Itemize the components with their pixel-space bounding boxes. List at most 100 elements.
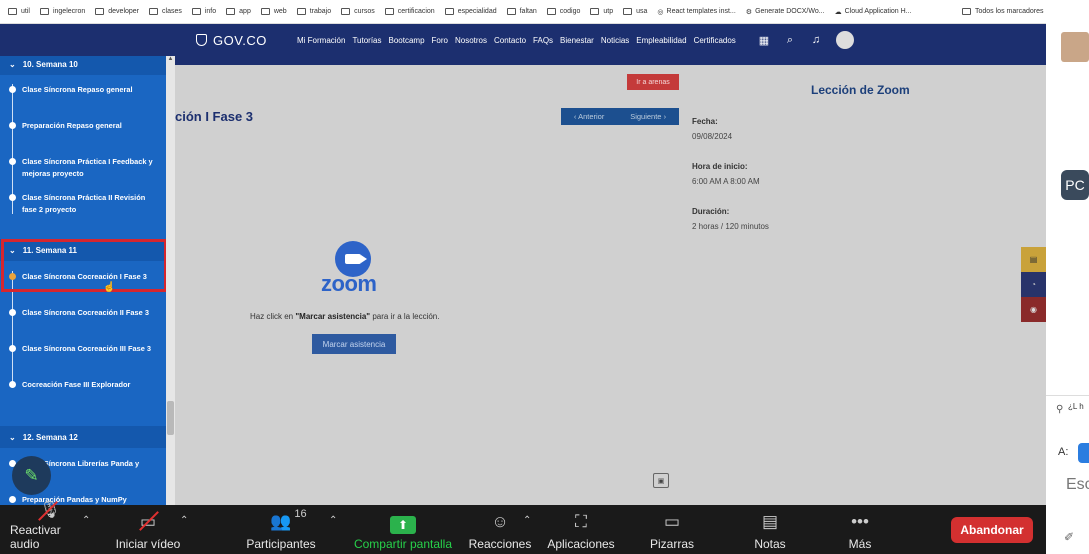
smiley-icon: ☺ [491, 512, 509, 531]
bookmark-generate-docx[interactable]: ⚙ Generate DOCX/Wo... [742, 0, 829, 23]
start-time-label: Hora de inicio: [692, 162, 748, 171]
nav-bootcamp[interactable]: Bootcamp [389, 36, 425, 45]
week-10-header[interactable]: ⌄ 10. Semana 10 [0, 56, 166, 75]
nav-bienestar[interactable]: Bienestar [560, 36, 594, 45]
chevron-right-icon: › [661, 112, 667, 121]
page-title: ción I Fase 3 [175, 109, 254, 124]
prev-button[interactable]: ‹ Anterior [574, 112, 604, 121]
recipient-selector[interactable] [1078, 443, 1089, 463]
gov-header: GOV.CO Mi Formación Tutorías Bootcamp Fo… [0, 24, 1046, 56]
participant-avatar[interactable] [1061, 32, 1089, 62]
nav-foro[interactable]: Foro [432, 36, 448, 45]
avatar[interactable] [836, 31, 854, 49]
lesson-title: Lección de Zoom [811, 83, 910, 97]
unmute-button[interactable]: 🎙 Reactivar audio [10, 500, 90, 554]
lesson-item[interactable]: Cocreación Fase III Explorador [8, 379, 158, 391]
nav-tutorias[interactable]: Tutorías [352, 36, 381, 45]
video-options-chevron-icon[interactable]: ⌃ [180, 515, 188, 526]
mark-attendance-button[interactable]: Marcar asistencia [312, 334, 396, 354]
dot-icon [9, 345, 16, 352]
reactions-options-chevron-icon[interactable]: ⌃ [523, 515, 531, 526]
help-tab-icon[interactable]: ◉ [1021, 297, 1046, 322]
bookmark-util[interactable]: util [4, 0, 34, 23]
calendar-icon[interactable]: ▦ [758, 34, 770, 47]
folder-icon [590, 8, 600, 15]
bookmark-utp[interactable]: utp [586, 0, 617, 23]
week-12-header[interactable]: ⌄ 12. Semana 12 [0, 426, 166, 448]
nav-mi-formacion[interactable]: Mi Formación [297, 36, 345, 45]
bell-icon[interactable]: ♫ [810, 34, 822, 46]
bookmark-web[interactable]: web [257, 0, 291, 23]
search-icon[interactable]: ⌕ [784, 34, 796, 47]
bookmark-all[interactable]: Todos los marcadores [958, 0, 1046, 23]
bookmark-info[interactable]: info [188, 0, 220, 23]
apps-icon: ⛶ [575, 512, 587, 531]
bookmark-clases[interactable]: clases [145, 0, 186, 23]
bookmark-codigo[interactable]: codigo [543, 0, 585, 23]
gear-icon: ⚙ [745, 8, 753, 16]
participants-button[interactable]: 👥 16 Participantes [244, 505, 318, 554]
attendance-hint: Haz click en "Marcar asistencia" para ir… [250, 312, 440, 321]
chat-input[interactable]: Esc [1066, 476, 1089, 494]
nav-contacto[interactable]: Contacto [494, 36, 526, 45]
lesson-item[interactable]: Preparación Pandas y NumPy [8, 494, 158, 505]
share-screen-button[interactable]: ⬆ Compartir pantalla [352, 505, 454, 554]
dot-icon [9, 309, 16, 316]
folder-icon [191, 8, 201, 15]
divider [1046, 395, 1089, 396]
nav-noticias[interactable]: Noticias [601, 36, 629, 45]
start-video-button[interactable]: ▭ Iniciar vídeo [112, 505, 184, 554]
pencil-icon[interactable]: ✎ [12, 456, 51, 495]
folder-icon [384, 8, 394, 15]
calendar-tab-icon[interactable]: ▤ [1021, 247, 1046, 272]
scroll-up-icon[interactable]: ▲ [166, 56, 175, 65]
folder-icon [39, 8, 49, 15]
scrollbar-thumb[interactable] [167, 401, 174, 435]
lesson-item[interactable]: Clase Síncrona Cocreación III Fase 3 [8, 343, 158, 355]
participants-options-chevron-icon[interactable]: ⌃ [329, 515, 337, 526]
nav-faqs[interactable]: FAQs [533, 36, 553, 45]
next-button[interactable]: Siguiente › [630, 112, 666, 121]
arenas-button[interactable]: Ir a arenas [627, 74, 679, 90]
bookmark-ingelecron[interactable]: ingelecron [36, 0, 89, 23]
reactions-button[interactable]: ☺ Reacciones [468, 505, 532, 554]
folder-icon [226, 8, 236, 15]
lesson-item[interactable]: Clase Síncrona Cocreación II Fase 3 [8, 307, 158, 319]
user-icon: ⚲ [1056, 404, 1064, 415]
bookmark-cursos[interactable]: cursos [337, 0, 379, 23]
settings-tab-icon[interactable]: ◔ [1021, 272, 1046, 297]
lesson-item[interactable]: Preparación Repaso general [8, 120, 158, 132]
bookmark-react-templates[interactable]: ◎ React templates inst... [653, 0, 739, 23]
nav-empleabilidad[interactable]: Empleabilidad [636, 36, 686, 45]
bookmark-trabajo[interactable]: trabajo [293, 0, 335, 23]
audio-options-chevron-icon[interactable]: ⌃ [82, 515, 90, 526]
bookmark-usa[interactable]: usa [619, 0, 651, 23]
nav-certificados[interactable]: Certificados [694, 36, 736, 45]
screen-lock-icon[interactable]: ▣ [653, 473, 669, 488]
lesson-item[interactable]: Clase Síncrona Práctica I Feedback y mej… [8, 156, 158, 180]
bookmark-developer[interactable]: developer [91, 0, 143, 23]
more-button[interactable]: ••• Más [838, 505, 882, 554]
sidebar-scrollbar[interactable]: ▲ [166, 56, 175, 505]
whiteboards-button[interactable]: ▭ Pizarras [646, 505, 698, 554]
folder-icon [546, 8, 556, 15]
lesson-item[interactable]: Clase Síncrona Práctica II Revisión fase… [8, 192, 158, 216]
microphone-muted-icon: 🎙 [38, 500, 61, 521]
bookmark-certificacion[interactable]: certificacion [381, 0, 439, 23]
bookmark-especialidad[interactable]: especialidad [441, 0, 501, 23]
bookmark-cloud-application[interactable]: ☁ Cloud Application H... [831, 0, 916, 23]
bookmark-faltan[interactable]: faltan [503, 0, 541, 23]
apps-button[interactable]: ⛶ Aplicaciones [546, 505, 616, 554]
header-icons: ▦ ⌕ ♫ [758, 24, 854, 56]
folder-icon [149, 8, 159, 15]
leave-meeting-button[interactable]: Abandonar [951, 517, 1033, 543]
nav-nosotros[interactable]: Nosotros [455, 36, 487, 45]
notes-button[interactable]: ▤ Notas [748, 505, 792, 554]
format-icon[interactable]: ✐ [1064, 530, 1074, 544]
gov-logo[interactable]: GOV.CO [196, 24, 267, 56]
lesson-item[interactable]: Clase Síncrona Repaso general [8, 84, 158, 96]
chat-hint-text: ¿L h [1068, 402, 1084, 411]
bookmark-app[interactable]: app [222, 0, 255, 23]
participant-initials[interactable]: PC [1061, 170, 1089, 200]
date-label: Fecha: [692, 117, 718, 126]
